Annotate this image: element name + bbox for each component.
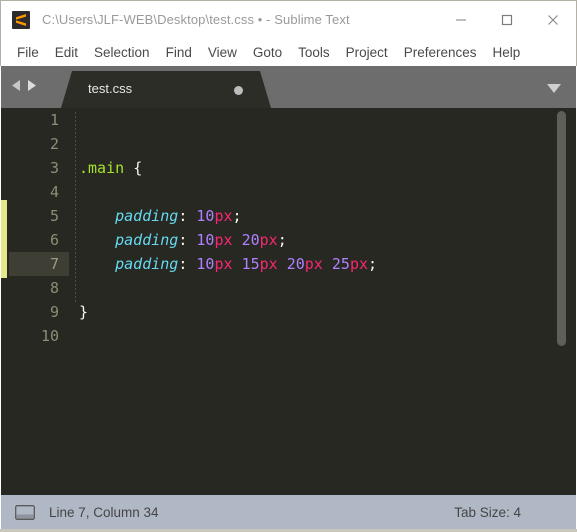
- line-number: 2: [49, 135, 59, 153]
- tab-modified-dot-icon[interactable]: [234, 86, 243, 95]
- menu-item-selection[interactable]: Selection: [86, 42, 158, 63]
- tab-test-css[interactable]: test.css: [61, 71, 271, 108]
- code-token-num: 20: [241, 231, 260, 249]
- code-line: padding: 10px 20px;: [75, 228, 576, 252]
- close-button[interactable]: [530, 2, 576, 39]
- code-token-num: 20: [286, 255, 305, 273]
- menu-bar: File Edit Selection Find View Goto Tools…: [0, 38, 577, 66]
- tab-bar: test.css: [1, 66, 576, 108]
- code-text-area[interactable]: .main { padding: 10px; padding: 10px 20p…: [75, 108, 576, 348]
- line-number: 3: [49, 159, 59, 177]
- menu-item-view[interactable]: View: [200, 42, 245, 63]
- tab-label: test.css: [88, 81, 133, 96]
- line-number: 4: [49, 183, 59, 201]
- menu-item-preferences[interactable]: Preferences: [396, 42, 485, 63]
- code-line: padding: 10px 15px 20px 25px;: [75, 252, 576, 276]
- window-controls: [438, 1, 576, 39]
- chevron-down-icon[interactable]: [546, 81, 562, 99]
- minimize-button[interactable]: [438, 2, 484, 39]
- line-number: 8: [49, 279, 59, 297]
- code-line: .main {: [75, 156, 576, 180]
- cursor-position-label: Line 7, Column 34: [49, 504, 159, 520]
- vertical-scrollbar-thumb[interactable]: [557, 111, 566, 346]
- title-bar: C:\Users\JLF-WEB\Desktop\test.css • - Su…: [0, 0, 577, 38]
- line-number-gutter: 1 2 3 4 5 6 7 8 9 10: [9, 108, 69, 495]
- code-token-unit: px: [304, 255, 323, 273]
- code-token-punct: ;: [232, 207, 242, 225]
- code-editor[interactable]: 1 2 3 4 5 6 7 8 9 10 .main { padding: 10…: [1, 108, 576, 495]
- menu-item-file[interactable]: File: [9, 42, 47, 63]
- code-token-num: 10: [196, 207, 215, 225]
- sublime-text-window: C:\Users\JLF-WEB\Desktop\test.css • - Su…: [0, 0, 577, 532]
- line-number: 9: [49, 303, 59, 321]
- code-token-unit: px: [349, 255, 368, 273]
- changed-lines-marker: [1, 200, 7, 278]
- tab-size-label[interactable]: Tab Size: 4: [454, 505, 521, 520]
- menu-item-edit[interactable]: Edit: [47, 42, 86, 63]
- line-number: 6: [49, 231, 59, 249]
- status-bar: Line 7, Column 34 Tab Size: 4: [1, 495, 576, 529]
- code-token-prop: padding: [115, 255, 179, 273]
- code-token-num: 10: [196, 231, 215, 249]
- code-token-prop: padding: [115, 207, 179, 225]
- maximize-button[interactable]: [484, 2, 530, 39]
- tab-nav-arrows: [11, 79, 37, 92]
- line-number-active: 7: [9, 252, 69, 276]
- code-token-unit: px: [214, 255, 233, 273]
- code-token-punct: {: [133, 159, 143, 177]
- sublime-text-logo-icon: [12, 10, 30, 29]
- menu-item-project[interactable]: Project: [338, 42, 396, 63]
- arrow-right-icon[interactable]: [26, 79, 37, 92]
- code-token-num: 15: [241, 255, 260, 273]
- line-number: 5: [49, 207, 59, 225]
- code-token-unit: px: [214, 231, 233, 249]
- code-token-unit: px: [259, 231, 278, 249]
- code-token-unit: px: [259, 255, 278, 273]
- menu-item-goto[interactable]: Goto: [245, 42, 290, 63]
- code-line: }: [75, 300, 576, 324]
- code-token-prop: padding: [115, 231, 179, 249]
- code-token-punct: }: [79, 303, 89, 321]
- code-token-num: 25: [331, 255, 350, 273]
- code-line: padding: 10px;: [75, 204, 576, 228]
- menu-item-find[interactable]: Find: [158, 42, 200, 63]
- code-token-punct: ;: [277, 231, 287, 249]
- arrow-left-icon[interactable]: [11, 79, 22, 92]
- line-number: 10: [40, 327, 59, 345]
- vertical-scrollbar-track[interactable]: [557, 108, 571, 495]
- code-token-num: 10: [196, 255, 215, 273]
- code-token-punct: ;: [368, 255, 378, 273]
- line-number: 1: [49, 111, 59, 129]
- editor-pane-icon: [1, 504, 35, 520]
- menu-item-tools[interactable]: Tools: [290, 42, 338, 63]
- code-token-sel: .main: [79, 159, 125, 177]
- menu-item-help[interactable]: Help: [485, 42, 529, 63]
- code-token-unit: px: [214, 207, 233, 225]
- window-title: C:\Users\JLF-WEB\Desktop\test.css • - Su…: [42, 12, 350, 27]
